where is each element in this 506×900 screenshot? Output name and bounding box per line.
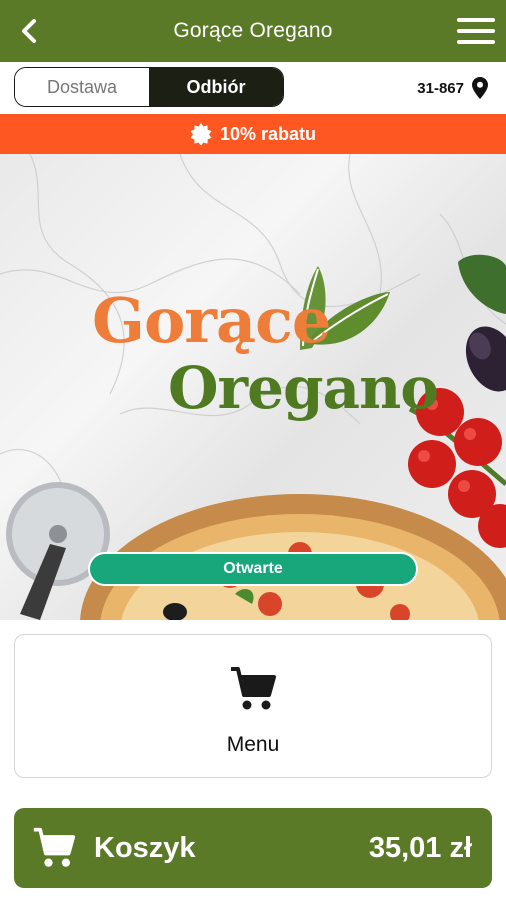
cart-icon [231,667,276,710]
postal-code-selector[interactable]: 31-867 [417,76,488,100]
restaurant-logo: Gorące Oregano [0,154,506,620]
order-mode-row: Dostawa Odbiór 31-867 [0,62,506,114]
status-badge: Otwarte [88,552,418,586]
cart-button[interactable]: Koszyk 35,01 zł [14,808,492,888]
delivery-option[interactable]: Dostawa [15,68,149,106]
cart-icon [33,827,76,867]
discount-banner: 10% rabatu [0,114,506,154]
hamburger-menu-icon [457,18,495,44]
menu-button[interactable] [456,12,496,50]
logo-line-1: Gorące [92,284,331,357]
logo-line-2: Oregano [168,354,439,422]
cart-total: 35,01 zł [368,832,472,864]
map-pin-icon [472,77,488,99]
page-title: Gorące Oregano [173,19,333,42]
order-mode-toggle: Dostawa Odbiór [14,67,284,107]
menu-card-label: Menu [226,733,280,756]
discount-text: 10% rabatu [219,123,317,144]
restaurant-hero: Gorące Oregano Otwarte [0,154,506,620]
pickup-option[interactable]: Odbiór [149,68,283,106]
app-bar: Gorące Oregano [0,0,506,62]
postal-code: 31-867 [417,79,464,97]
badge-icon [190,123,212,145]
cart-label: Koszyk [94,832,196,864]
menu-card[interactable]: Menu [14,634,492,778]
